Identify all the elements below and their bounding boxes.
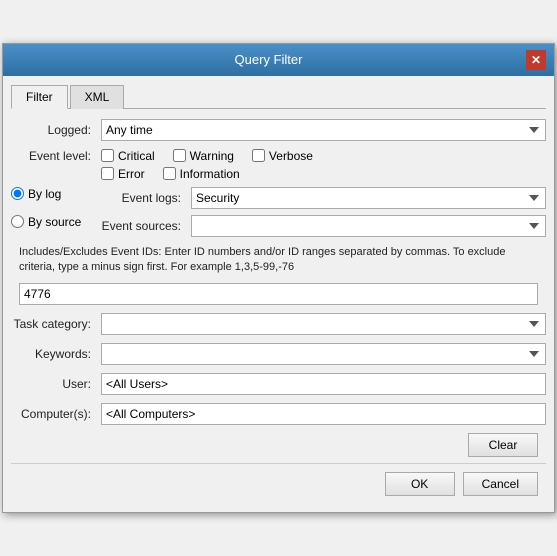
user-input-wrap — [101, 373, 546, 395]
event-sources-label: Event sources: — [101, 219, 191, 233]
warning-checkbox[interactable] — [173, 149, 186, 162]
warning-checkbox-label[interactable]: Warning — [173, 149, 234, 163]
keywords-dropdown[interactable] — [101, 343, 546, 365]
user-label: User: — [11, 377, 101, 391]
logged-dropdown-wrap: Any time Last hour Last 12 hours Last 24… — [101, 119, 546, 141]
computer-row: Computer(s): — [11, 403, 546, 425]
query-filter-dialog: Query Filter ✕ Filter XML Logged: Any ti… — [2, 43, 555, 514]
computer-input[interactable] — [101, 403, 546, 425]
by-log-radio[interactable] — [11, 187, 24, 200]
task-category-wrap — [101, 313, 546, 335]
verbose-checkbox-label[interactable]: Verbose — [252, 149, 313, 163]
error-checkbox-label[interactable]: Error — [101, 167, 145, 181]
dialog-body: Filter XML Logged: Any time Last hour La… — [3, 76, 554, 513]
computer-input-wrap — [101, 403, 546, 425]
verbose-checkbox[interactable] — [252, 149, 265, 162]
ok-button[interactable]: OK — [385, 472, 455, 496]
event-level-row1: Critical Warning Verbose — [101, 149, 331, 163]
event-id-row — [11, 283, 546, 305]
by-source-text: By source — [28, 215, 81, 229]
task-category-dropdown[interactable] — [101, 313, 546, 335]
task-category-label: Task category: — [11, 317, 101, 331]
error-checkbox[interactable] — [101, 167, 114, 180]
keywords-label: Keywords: — [11, 347, 101, 361]
event-level-label: Event level: — [11, 149, 101, 163]
event-id-input[interactable] — [19, 283, 538, 305]
error-label: Error — [118, 167, 145, 181]
critical-checkbox[interactable] — [101, 149, 114, 162]
by-source-radio-label[interactable]: By source — [11, 215, 101, 229]
tab-filter[interactable]: Filter — [11, 85, 68, 109]
event-level-row2: Error Information — [101, 167, 331, 181]
close-button[interactable]: ✕ — [526, 50, 546, 70]
by-log-text: By log — [28, 187, 61, 201]
computer-label: Computer(s): — [11, 407, 101, 421]
keywords-row: Keywords: — [11, 343, 546, 365]
logged-row: Logged: Any time Last hour Last 12 hours… — [11, 119, 546, 141]
info-text: Includes/Excludes Event IDs: Enter ID nu… — [19, 245, 538, 276]
verbose-label: Verbose — [269, 149, 313, 163]
by-source-radio[interactable] — [11, 215, 24, 228]
event-sources-wrap — [191, 215, 546, 237]
logged-dropdown[interactable]: Any time Last hour Last 12 hours Last 24… — [101, 119, 546, 141]
information-checkbox-label[interactable]: Information — [163, 167, 240, 181]
logged-label: Logged: — [11, 123, 101, 137]
radio-fields: Event logs: Security Application System … — [101, 187, 546, 237]
dialog-title: Query Filter — [11, 52, 526, 67]
event-sources-dropdown[interactable] — [191, 215, 546, 237]
tab-xml[interactable]: XML — [70, 85, 125, 109]
user-input[interactable] — [101, 373, 546, 395]
critical-checkbox-label[interactable]: Critical — [101, 149, 155, 163]
event-level-section: Event level: Critical Warning Verbose — [11, 149, 546, 181]
by-log-radio-label[interactable]: By log — [11, 187, 101, 201]
button-row: OK Cancel — [11, 463, 546, 504]
tab-bar: Filter XML — [11, 84, 546, 109]
radio-section: By log By source Event logs: Security Ap… — [11, 187, 546, 237]
cancel-button[interactable]: Cancel — [463, 472, 538, 496]
event-sources-row: Event sources: — [101, 215, 546, 237]
task-category-row: Task category: — [11, 313, 546, 335]
information-checkbox[interactable] — [163, 167, 176, 180]
event-logs-wrap: Security Application System — [191, 187, 546, 209]
radio-column: By log By source — [11, 187, 101, 237]
critical-label: Critical — [118, 149, 155, 163]
keywords-wrap — [101, 343, 546, 365]
clear-button[interactable]: Clear — [468, 433, 538, 457]
event-logs-dropdown[interactable]: Security Application System — [191, 187, 546, 209]
event-level-checkboxes: Critical Warning Verbose Error — [101, 149, 331, 181]
clear-row: Clear — [11, 433, 546, 457]
title-bar: Query Filter ✕ — [3, 44, 554, 76]
warning-label: Warning — [190, 149, 234, 163]
event-logs-row: Event logs: Security Application System — [101, 187, 546, 209]
user-row: User: — [11, 373, 546, 395]
event-logs-label: Event logs: — [101, 191, 191, 205]
information-label: Information — [180, 167, 240, 181]
